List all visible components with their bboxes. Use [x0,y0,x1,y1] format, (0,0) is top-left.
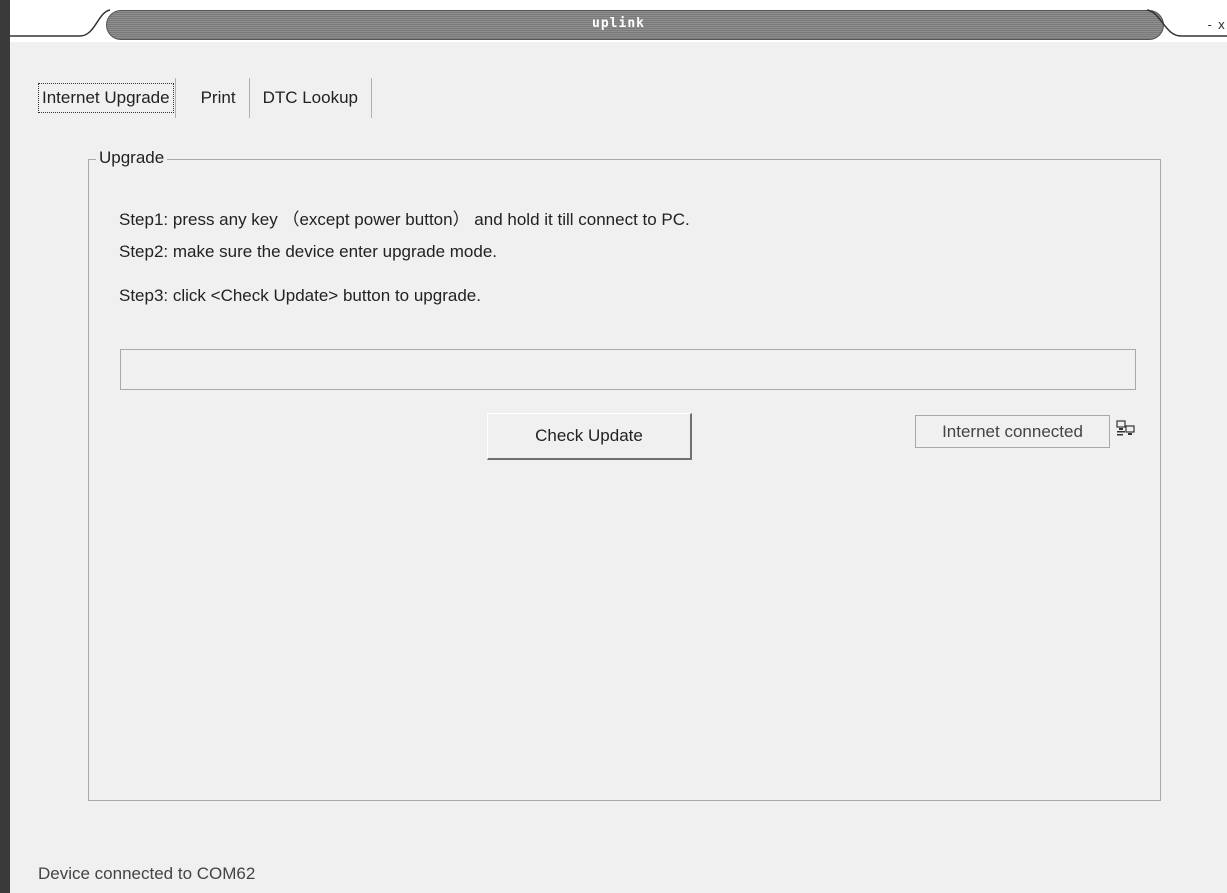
title-bar[interactable]: uplink - x [10,0,1227,42]
app-window: uplink - x Internet Upgrade Print DTC Lo… [0,0,1227,893]
network-computers-icon [1116,420,1135,436]
tab-internet-upgrade[interactable]: Internet Upgrade [37,78,176,118]
upgrade-progress-bar [120,349,1136,390]
internet-status-field: Internet connected [915,415,1110,448]
tab-print[interactable]: Print [188,78,250,118]
close-icon[interactable]: x [1218,18,1225,32]
tab-bar: Internet Upgrade Print DTC Lookup [37,78,372,122]
minimize-icon[interactable]: - [1208,18,1212,32]
step-3-text: Step3: click <Check Update> button to up… [119,286,481,305]
tab-label: DTC Lookup [262,88,358,107]
group-title: Upgrade [96,148,168,168]
check-update-button[interactable]: Check Update [487,413,692,460]
tab-label: Print [200,88,236,107]
client-area: Internet Upgrade Print DTC Lookup Upgrad… [10,42,1227,893]
window-controls: - x [1208,18,1225,32]
status-bar: Device connected to COM62 [10,852,1227,893]
status-bar-text: Device connected to COM62 [38,864,256,883]
tab-label: Internet Upgrade [38,83,174,113]
step-2-text: Step2: make sure the device enter upgrad… [119,242,498,261]
window-title: uplink [592,16,645,31]
step-1-text: Step1: press any key （except power butto… [119,210,690,229]
upgrade-group: Upgrade Step1: press any key （except pow… [88,148,1161,801]
tab-dtc-lookup[interactable]: DTC Lookup [250,78,372,118]
